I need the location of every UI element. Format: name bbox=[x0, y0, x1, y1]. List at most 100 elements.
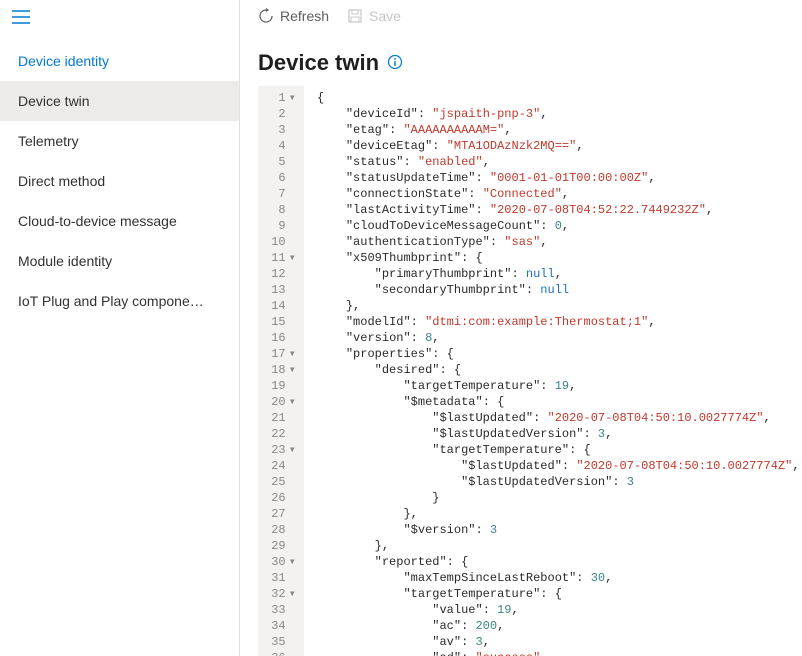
code-line: { bbox=[310, 90, 802, 106]
gutter-line: 8 bbox=[264, 202, 296, 218]
gutter-line: 10 bbox=[264, 234, 296, 250]
code-line: "status": "enabled", bbox=[310, 154, 802, 170]
fold-icon[interactable]: ▾ bbox=[289, 91, 296, 105]
gutter-line: 14 bbox=[264, 298, 296, 314]
code-line: "cloudToDeviceMessageCount": 0, bbox=[310, 218, 802, 234]
gutter-line: 13 bbox=[264, 282, 296, 298]
sidebar: Device identityDevice twinTelemetryDirec… bbox=[0, 0, 240, 656]
fold-icon[interactable]: ▾ bbox=[289, 587, 296, 601]
page-title: Device twin bbox=[258, 50, 379, 76]
fold-icon[interactable]: ▾ bbox=[289, 395, 296, 409]
code-line: "$version": 3 bbox=[310, 522, 802, 538]
gutter-line: 33 bbox=[264, 602, 296, 618]
info-icon[interactable] bbox=[387, 54, 403, 73]
gutter-line: 31 bbox=[264, 570, 296, 586]
code-line: "ad": "success" bbox=[310, 650, 802, 656]
code-line: "authenticationType": "sas", bbox=[310, 234, 802, 250]
code-line: "primaryThumbprint": null, bbox=[310, 266, 802, 282]
code-line: "connectionState": "Connected", bbox=[310, 186, 802, 202]
code-line: "lastActivityTime": "2020-07-08T04:52:22… bbox=[310, 202, 802, 218]
code-line: }, bbox=[310, 506, 802, 522]
code-line: "secondaryThumbprint": null bbox=[310, 282, 802, 298]
sidebar-item[interactable]: Device twin bbox=[0, 81, 239, 121]
sidebar-item[interactable]: Cloud-to-device message bbox=[0, 201, 239, 241]
save-label: Save bbox=[369, 8, 401, 24]
sidebar-item[interactable]: Device identity bbox=[0, 41, 239, 81]
sidebar-nav: Device identityDevice twinTelemetryDirec… bbox=[0, 41, 239, 321]
gutter-line: 35 bbox=[264, 634, 296, 650]
gutter-line: 18▾ bbox=[264, 362, 296, 378]
code-line: "deviceId": "jspaith-pnp-3", bbox=[310, 106, 802, 122]
code-line: "etag": "AAAAAAAAAAM=", bbox=[310, 122, 802, 138]
gutter-line: 30▾ bbox=[264, 554, 296, 570]
gutter-line: 2 bbox=[264, 106, 296, 122]
gutter-line: 17▾ bbox=[264, 346, 296, 362]
gutter-line: 32▾ bbox=[264, 586, 296, 602]
refresh-button[interactable]: Refresh bbox=[258, 8, 329, 24]
code-line: "$lastUpdated": "2020-07-08T04:50:10.002… bbox=[310, 410, 802, 426]
gutter-line: 19 bbox=[264, 378, 296, 394]
code-editor[interactable]: 1▾ 2 3 4 5 6 7 8 9 10 11▾ 12 13 14 15 16… bbox=[240, 86, 802, 656]
code-line: "targetTemperature": { bbox=[310, 586, 802, 602]
gutter-line: 34 bbox=[264, 618, 296, 634]
sidebar-item[interactable]: Direct method bbox=[0, 161, 239, 201]
code-line: "ac": 200, bbox=[310, 618, 802, 634]
gutter-line: 21 bbox=[264, 410, 296, 426]
gutter-line: 5 bbox=[264, 154, 296, 170]
fold-icon[interactable]: ▾ bbox=[289, 363, 296, 377]
code-line: "$lastUpdatedVersion": 3 bbox=[310, 474, 802, 490]
code-line: "maxTempSinceLastReboot": 30, bbox=[310, 570, 802, 586]
save-icon bbox=[347, 8, 363, 24]
fold-icon[interactable]: ▾ bbox=[289, 347, 296, 361]
code-line: "modelId": "dtmi:com:example:Thermostat;… bbox=[310, 314, 802, 330]
refresh-label: Refresh bbox=[280, 8, 329, 24]
toolbar: Refresh Save bbox=[240, 0, 802, 32]
fold-icon[interactable]: ▾ bbox=[289, 555, 296, 569]
code-line: "$lastUpdatedVersion": 3, bbox=[310, 426, 802, 442]
code-line: } bbox=[310, 490, 802, 506]
gutter-line: 28 bbox=[264, 522, 296, 538]
gutter-line: 20▾ bbox=[264, 394, 296, 410]
hamburger-button[interactable] bbox=[0, 0, 239, 37]
gutter-line: 25 bbox=[264, 474, 296, 490]
gutter-line: 6 bbox=[264, 170, 296, 186]
sidebar-item[interactable]: Telemetry bbox=[0, 121, 239, 161]
gutter-line: 3 bbox=[264, 122, 296, 138]
gutter-line: 26 bbox=[264, 490, 296, 506]
save-button: Save bbox=[347, 8, 401, 24]
editor-code[interactable]: { "deviceId": "jspaith-pnp-3", "etag": "… bbox=[304, 86, 802, 656]
code-line: "reported": { bbox=[310, 554, 802, 570]
code-line: "version": 8, bbox=[310, 330, 802, 346]
fold-icon[interactable]: ▾ bbox=[289, 443, 296, 457]
code-line: "desired": { bbox=[310, 362, 802, 378]
code-line: "$lastUpdated": "2020-07-08T04:50:10.002… bbox=[310, 458, 802, 474]
editor-gutter: 1▾ 2 3 4 5 6 7 8 9 10 11▾ 12 13 14 15 16… bbox=[258, 86, 304, 656]
gutter-line: 12 bbox=[264, 266, 296, 282]
refresh-icon bbox=[258, 8, 274, 24]
gutter-line: 24 bbox=[264, 458, 296, 474]
code-line: "targetTemperature": 19, bbox=[310, 378, 802, 394]
code-line: "$metadata": { bbox=[310, 394, 802, 410]
gutter-line: 4 bbox=[264, 138, 296, 154]
fold-icon[interactable]: ▾ bbox=[289, 251, 296, 265]
sidebar-item[interactable]: IoT Plug and Play compone… bbox=[0, 281, 239, 321]
gutter-line: 22 bbox=[264, 426, 296, 442]
sidebar-item[interactable]: Module identity bbox=[0, 241, 239, 281]
gutter-line: 7 bbox=[264, 186, 296, 202]
code-line: }, bbox=[310, 298, 802, 314]
gutter-line: 27 bbox=[264, 506, 296, 522]
code-line: "properties": { bbox=[310, 346, 802, 362]
main-panel: Refresh Save Device twin bbox=[240, 0, 802, 656]
code-line: "av": 3, bbox=[310, 634, 802, 650]
gutter-line: 11▾ bbox=[264, 250, 296, 266]
code-line: }, bbox=[310, 538, 802, 554]
code-line: "value": 19, bbox=[310, 602, 802, 618]
hamburger-icon bbox=[12, 10, 30, 24]
gutter-line: 1▾ bbox=[264, 90, 296, 106]
page-header: Device twin bbox=[240, 32, 802, 86]
code-line: "targetTemperature": { bbox=[310, 442, 802, 458]
gutter-line: 15 bbox=[264, 314, 296, 330]
gutter-line: 9 bbox=[264, 218, 296, 234]
code-line: "deviceEtag": "MTA1ODAzNzk2MQ==", bbox=[310, 138, 802, 154]
code-line: "statusUpdateTime": "0001-01-01T00:00:00… bbox=[310, 170, 802, 186]
